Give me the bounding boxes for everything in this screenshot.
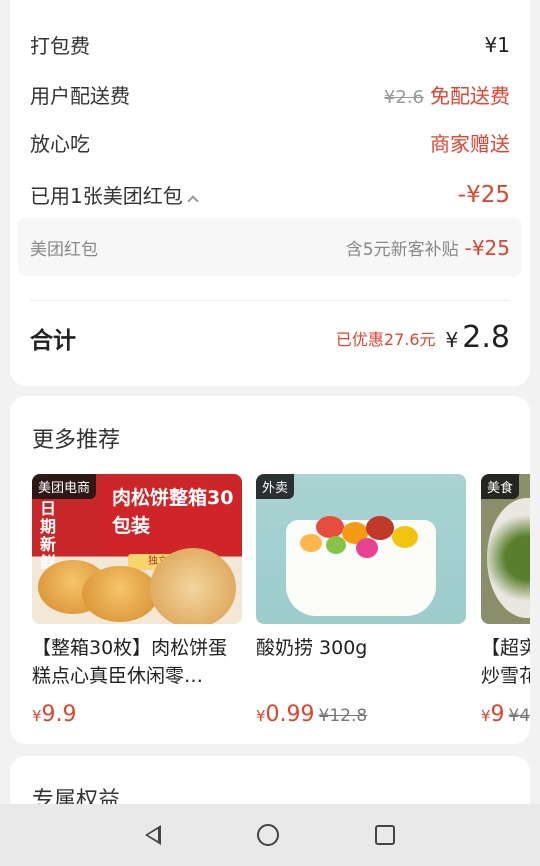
product-tag: 外卖 bbox=[256, 474, 295, 499]
fruit bbox=[300, 534, 322, 552]
recommend-title: 更多推荐 bbox=[32, 428, 121, 453]
total-row: 合计 已优惠27.6元 ¥2.8 bbox=[30, 320, 510, 355]
product-name: 【超实炒雪花 bbox=[481, 637, 530, 687]
fruit bbox=[326, 536, 346, 554]
product-card[interactable]: 肉松饼整箱30包装 日期新鲜 独立包装 美团电商 【整箱30枚】肉松饼蛋糕点心真… bbox=[32, 474, 242, 727]
delivery-fee-label: 用户配送费 bbox=[30, 84, 130, 108]
product-image[interactable]: 肉松饼整箱30包装 日期新鲜 独立包装 美团电商 bbox=[32, 474, 242, 624]
image-banner-text: 肉松饼整箱30包装 bbox=[102, 484, 242, 554]
bun-cross-section bbox=[150, 548, 236, 624]
product-price: ¥9.9 bbox=[32, 702, 77, 727]
total-currency: ¥ bbox=[445, 328, 459, 352]
total-label: 合计 bbox=[30, 327, 76, 354]
divider bbox=[30, 300, 510, 301]
coupon-row[interactable]: 已用1张美团红包 -¥25 bbox=[30, 180, 510, 209]
coupon-detail: 美团红包 含5元新客补贴 -¥25 bbox=[18, 218, 522, 276]
fangxin-label: 放心吃 bbox=[30, 132, 90, 156]
coupon-value: -¥25 bbox=[457, 181, 510, 208]
recommend-card: 更多推荐 肉松饼整箱30包装 日期新鲜 独立包装 美团电商 【整箱30枚】肉松饼… bbox=[10, 396, 530, 744]
packing-fee-label: 打包费 bbox=[30, 34, 90, 58]
product-card[interactable]: 美食 【超实炒雪花 ¥9 ¥4 bbox=[481, 474, 530, 727]
delivery-fee-original: ¥2.6 bbox=[383, 87, 424, 108]
product-tag: 美团电商 bbox=[32, 474, 97, 499]
fangxin-value: 商家赠送 bbox=[430, 132, 510, 156]
recent-apps-icon[interactable] bbox=[375, 825, 395, 845]
delivery-fee-row: 用户配送费 ¥2.6 免配送费 bbox=[30, 80, 510, 109]
fangxin-row: 放心吃 商家赠送 bbox=[30, 128, 510, 157]
product-price: ¥9 ¥4 bbox=[481, 702, 530, 727]
coupon-detail-label: 美团红包 bbox=[30, 239, 98, 260]
packing-fee-value: ¥1 bbox=[484, 32, 510, 57]
fruit bbox=[316, 516, 344, 538]
product-name: 【整箱30枚】肉松饼蛋糕点心真臣休闲零… bbox=[32, 637, 228, 687]
product-price: ¥0.99 ¥12.8 bbox=[256, 702, 368, 727]
total-discount: 已优惠27.6元 bbox=[335, 329, 436, 349]
dish-plate bbox=[487, 498, 530, 618]
chevron-up-icon[interactable] bbox=[187, 195, 199, 207]
delivery-fee-value: 免配送费 bbox=[430, 84, 510, 108]
packing-fee-row: 打包费 ¥1 bbox=[30, 30, 510, 59]
back-icon[interactable] bbox=[145, 825, 161, 845]
fruit bbox=[392, 526, 418, 548]
product-card[interactable]: 外卖 酸奶捞 300g ¥0.99 ¥12.8 bbox=[256, 474, 466, 727]
home-icon[interactable] bbox=[257, 824, 279, 846]
product-name: 酸奶捞 300g bbox=[256, 637, 368, 659]
system-nav-bar bbox=[0, 804, 540, 866]
product-tag: 美食 bbox=[481, 474, 520, 499]
coupon-label: 已用1张美团红包 bbox=[30, 184, 183, 208]
coupon-detail-note: 含5元新客补贴 bbox=[345, 239, 459, 260]
fruit bbox=[366, 516, 394, 540]
product-image[interactable]: 外卖 bbox=[256, 474, 466, 624]
product-image[interactable]: 美食 bbox=[481, 474, 530, 624]
coupon-detail-value: -¥25 bbox=[464, 235, 510, 260]
bun-shape bbox=[82, 566, 158, 622]
fruit bbox=[356, 538, 378, 558]
total-amount: 2.8 bbox=[462, 320, 510, 355]
